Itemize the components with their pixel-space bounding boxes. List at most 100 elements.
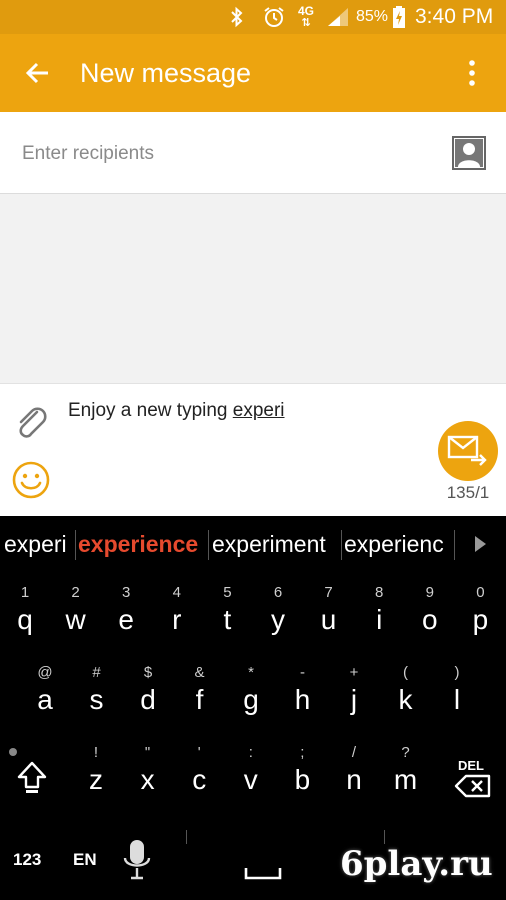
settings-dot-icon [8, 744, 18, 762]
delete-label: DEL [458, 758, 484, 773]
arrow-right-icon[interactable] [470, 534, 490, 554]
key-hint: : [248, 744, 253, 761]
key-hint: 4 [172, 584, 181, 601]
key-e[interactable]: 3e [101, 584, 151, 654]
key-f[interactable]: & f [175, 664, 225, 734]
space-icon[interactable] [244, 866, 282, 887]
key-label: a [37, 684, 53, 715]
key-o[interactable]: 9o [405, 584, 455, 654]
suggestion-3[interactable]: experiment [212, 516, 340, 572]
suggestion-1[interactable]: experi [4, 516, 74, 572]
key-b[interactable]: ; b [277, 744, 327, 814]
key-j[interactable]: + j [329, 664, 379, 734]
mic-icon[interactable] [122, 838, 152, 887]
key-label: s [89, 684, 104, 715]
key-label: g [243, 684, 259, 715]
key-label: c [192, 764, 207, 795]
language-key[interactable]: EN [73, 850, 97, 870]
key-d[interactable]: $ d [123, 664, 173, 734]
suggestion-divider [75, 530, 76, 560]
suggestion-4[interactable]: experienc [344, 516, 452, 572]
key-x[interactable]: " x [123, 744, 173, 814]
key-l[interactable]: ) l [432, 664, 482, 734]
key-i[interactable]: 8i [354, 584, 404, 654]
suggestion-2[interactable]: experience [78, 516, 208, 572]
recipients-input[interactable] [22, 134, 422, 174]
key-u[interactable]: 7u [304, 584, 354, 654]
key-m[interactable]: ? m [381, 744, 431, 814]
key-label: m [393, 764, 418, 795]
send-button[interactable] [438, 421, 498, 481]
bluetooth-icon [228, 0, 246, 34]
key-hint: 7 [324, 584, 333, 601]
smiley-icon[interactable] [11, 460, 51, 500]
key-label: y [271, 604, 285, 635]
key-hint: 1 [20, 584, 30, 601]
composing-word: experi [232, 400, 285, 421]
key-w[interactable]: 2w [51, 584, 101, 654]
key-label: i [376, 604, 383, 635]
key-hint: + [349, 664, 359, 681]
network-type-label: 4G [298, 4, 315, 18]
key-label: r [172, 604, 182, 635]
key-y[interactable]: 6y [253, 584, 303, 654]
suggestion-divider [454, 530, 455, 560]
key-s[interactable]: # s [72, 664, 122, 734]
key-label: q [17, 604, 33, 635]
key-hint: ( [403, 664, 408, 681]
key-p[interactable]: 0p [455, 584, 505, 654]
key-n[interactable]: / n [329, 744, 379, 814]
message-text-field[interactable]: Enjoy a new typing experi [68, 400, 285, 422]
key-label: o [422, 604, 438, 635]
key-h[interactable]: -h [278, 664, 328, 734]
key-hint: ) [454, 664, 460, 681]
contact-picker-icon[interactable] [452, 136, 486, 170]
numbers-key[interactable]: 123 [13, 850, 41, 870]
key-hint: 3 [122, 584, 131, 601]
character-counter: 135/1 [446, 483, 490, 502]
key-label: x [140, 764, 155, 795]
key-q[interactable]: 1q [0, 584, 50, 654]
key-z[interactable]: ! z [71, 744, 121, 814]
key-k[interactable]: (k [381, 664, 431, 734]
network-4g-indicator: 4G ⇅ [298, 4, 315, 29]
key-c[interactable]: ' c [174, 744, 224, 814]
keyboard: experi experience experiment experienc 1… [0, 516, 506, 900]
signal-icon [326, 0, 350, 34]
key-hint: ! [93, 744, 99, 761]
battery-charging-icon [392, 0, 406, 34]
key-hint: # [92, 664, 101, 681]
key-hint: ' [197, 744, 201, 761]
key-label: n [346, 764, 362, 795]
alarm-icon [262, 0, 286, 34]
key-hint: ; [300, 744, 305, 761]
key-hint: 6 [273, 584, 283, 601]
key-label: t [223, 604, 232, 635]
key-hint: @ [37, 664, 53, 681]
key-label: d [140, 684, 156, 715]
key-label: u [320, 604, 337, 635]
key-hint: 2 [71, 584, 80, 601]
key-g[interactable]: * g [226, 664, 276, 734]
key-hint: / [351, 744, 357, 761]
recipients-bar [0, 112, 506, 194]
key-label: k [398, 684, 413, 715]
key-label: z [89, 764, 103, 795]
paperclip-icon[interactable] [12, 402, 50, 442]
suggestion-strip: experi experience experiment experienc [0, 516, 506, 572]
shift-icon[interactable] [16, 760, 48, 801]
key-hint: & [194, 664, 205, 681]
key-hint: * [248, 664, 254, 681]
suggestion-divider [208, 530, 209, 560]
battery-percent: 85% [356, 8, 389, 25]
key-label: v [243, 764, 258, 795]
key-hint: " [144, 744, 151, 761]
key-t[interactable]: 5t [202, 584, 252, 654]
suggestion-divider [341, 530, 342, 560]
back-arrow-icon[interactable] [22, 57, 54, 89]
key-r[interactable]: 4r [152, 584, 202, 654]
key-v[interactable]: :v [226, 744, 276, 814]
overflow-menu-icon[interactable] [460, 58, 484, 88]
backspace-icon[interactable] [454, 774, 492, 803]
key-a[interactable]: @ a [20, 664, 70, 734]
